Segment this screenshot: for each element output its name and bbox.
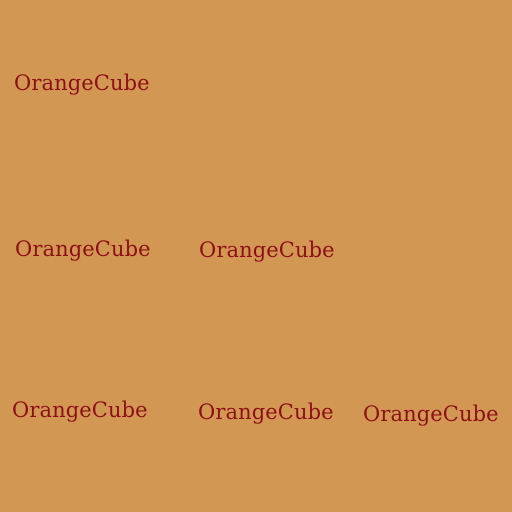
orangecube-label: OrangeCube bbox=[199, 238, 335, 262]
label-canvas: OrangeCube OrangeCube OrangeCube OrangeC… bbox=[0, 0, 512, 512]
orangecube-label: OrangeCube bbox=[363, 402, 499, 426]
orangecube-label: OrangeCube bbox=[198, 400, 334, 424]
orangecube-label: OrangeCube bbox=[14, 71, 150, 95]
orangecube-label: OrangeCube bbox=[15, 237, 151, 261]
orangecube-label: OrangeCube bbox=[12, 398, 148, 422]
